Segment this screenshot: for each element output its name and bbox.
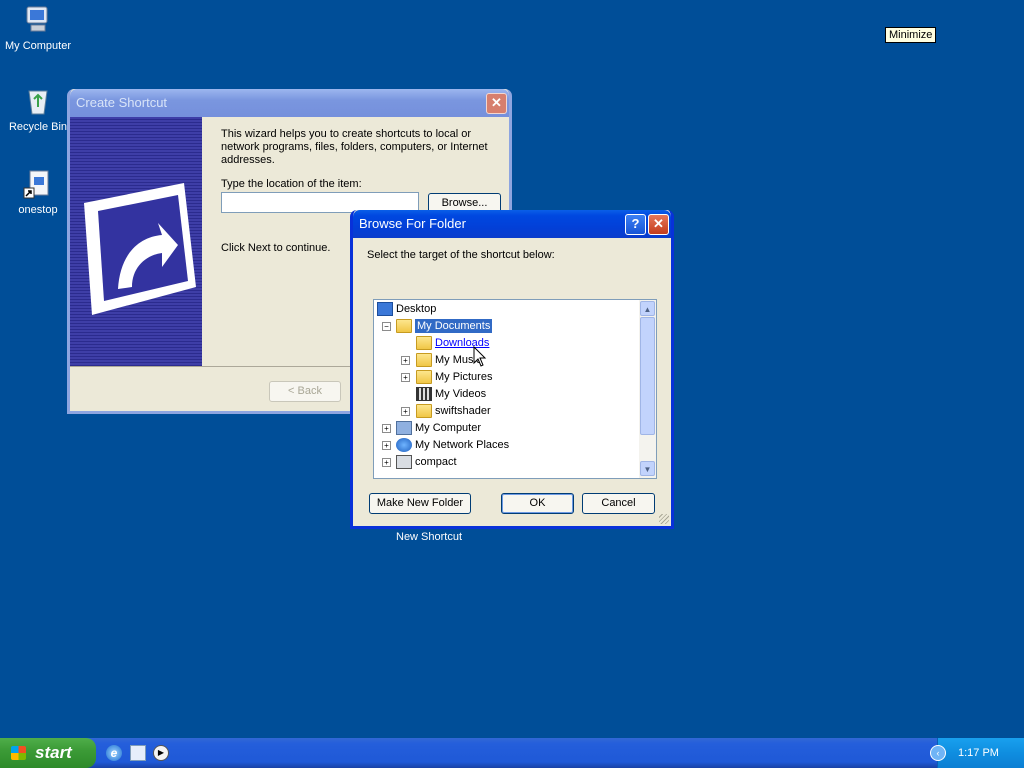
minimize-tooltip: Minimize xyxy=(885,27,937,43)
my-computer-icon xyxy=(396,421,412,436)
tree-item-my-documents[interactable]: My Documents xyxy=(396,318,493,334)
expand-toggle[interactable]: + xyxy=(401,407,410,416)
new-shortcut-label: New Shortcut xyxy=(396,531,463,543)
browse-for-folder-dialog: Browse For Folder ? ✕ Select the target … xyxy=(350,210,674,529)
scroll-down-icon[interactable]: ▼ xyxy=(640,461,655,476)
tray-expand-icon[interactable]: ‹ xyxy=(930,745,946,761)
cancel-button[interactable]: Cancel xyxy=(582,493,655,514)
make-new-folder-button[interactable]: Make New Folder xyxy=(369,493,471,514)
close-button[interactable]: ✕ xyxy=(486,93,507,114)
expand-toggle[interactable]: + xyxy=(382,424,391,433)
desktop-icon-label: Recycle Bin xyxy=(8,121,68,133)
clock[interactable]: 1:17 PM xyxy=(958,738,999,768)
pictures-folder-icon xyxy=(416,370,432,385)
tree-item-compact[interactable]: compact xyxy=(396,454,457,470)
shortcut-file-icon xyxy=(22,168,54,200)
expand-toggle[interactable]: + xyxy=(382,441,391,450)
wizard-intro-text: This wizard helps you to create shortcut… xyxy=(221,128,488,166)
mouse-cursor-icon xyxy=(473,346,487,367)
vertical-scrollbar[interactable]: ▲ ▼ xyxy=(639,300,656,478)
tree-item-label: swiftshader xyxy=(435,405,491,417)
tree-item-network-places[interactable]: My Network Places xyxy=(396,437,509,453)
tree-item-label: My Network Places xyxy=(415,439,510,451)
my-computer-icon xyxy=(22,4,54,36)
help-button[interactable]: ? xyxy=(625,214,646,235)
desktop-icon-label: My Computer xyxy=(4,40,72,52)
desktop-icon-label: onestop xyxy=(18,204,58,216)
ok-button[interactable]: OK xyxy=(501,493,574,514)
tree-item-my-computer[interactable]: My Computer xyxy=(396,420,481,436)
instruction-text: Select the target of the shortcut below: xyxy=(367,249,555,261)
compact-icon xyxy=(396,455,412,470)
desktop-icon-recycle-bin[interactable]: Recycle Bin xyxy=(0,85,76,133)
tree-item-label: My Documents xyxy=(415,319,493,333)
desktop-icon xyxy=(377,302,393,317)
videos-folder-icon xyxy=(416,387,432,402)
my-documents-icon xyxy=(396,319,412,334)
tree-item-my-videos[interactable]: My Videos xyxy=(416,386,486,402)
expand-toggle[interactable]: + xyxy=(382,458,391,467)
tree-item-label: Desktop xyxy=(396,303,437,315)
folder-icon xyxy=(416,404,432,419)
recycle-bin-icon xyxy=(22,85,54,117)
tree-item-desktop[interactable]: Desktop xyxy=(377,301,436,317)
create-shortcut-titlebar[interactable]: Create Shortcut ✕ xyxy=(70,89,509,117)
window-title: Create Shortcut xyxy=(76,95,168,110)
start-label: start xyxy=(35,743,72,762)
desktop-icon-onestop[interactable]: onestop xyxy=(0,168,76,216)
windows-logo-icon xyxy=(11,746,26,760)
music-folder-icon xyxy=(416,353,432,368)
tree-item-my-music[interactable]: My Music xyxy=(416,352,481,368)
folder-tree[interactable]: Desktop − My Documents Downloads + My Mu… xyxy=(373,299,657,479)
desktop-show-icon[interactable] xyxy=(130,745,146,761)
wizard-banner xyxy=(70,117,202,366)
tree-item-label: My Pictures xyxy=(435,371,493,383)
collapse-toggle[interactable]: − xyxy=(382,322,391,331)
media-player-icon[interactable]: ▶ xyxy=(153,745,169,761)
tree-item-my-pictures[interactable]: My Pictures xyxy=(416,369,492,385)
tree-item-label: My Computer xyxy=(415,422,482,434)
tree-item-label: My Videos xyxy=(435,388,487,400)
browse-titlebar[interactable]: Browse For Folder ? ✕ xyxy=(353,210,671,238)
desktop-icon-my-computer[interactable]: My Computer xyxy=(0,4,76,52)
dialog-title: Browse For Folder xyxy=(359,216,466,231)
taskbar: start e ▶ ‹ 1:17 PM xyxy=(0,738,1024,768)
scroll-up-icon[interactable]: ▲ xyxy=(640,301,655,316)
shortcut-arrow-icon xyxy=(84,183,196,315)
scrollbar-thumb[interactable] xyxy=(640,317,655,435)
system-tray: ‹ 1:17 PM xyxy=(930,738,1024,768)
expand-toggle[interactable]: + xyxy=(401,373,410,382)
resize-grip-icon[interactable] xyxy=(659,514,669,524)
tree-item-label: compact xyxy=(415,456,457,468)
back-button[interactable]: < Back xyxy=(269,381,341,402)
tree-item-swiftshader[interactable]: swiftshader xyxy=(416,403,491,419)
start-button[interactable]: start xyxy=(0,738,96,768)
expand-toggle[interactable]: + xyxy=(401,356,410,365)
internet-explorer-icon[interactable]: e xyxy=(106,745,122,761)
folder-icon xyxy=(416,336,432,351)
network-places-icon xyxy=(396,438,412,453)
location-label: Type the location of the item: xyxy=(221,178,362,190)
continue-text: Click Next to continue. xyxy=(221,242,331,254)
close-button[interactable]: ✕ xyxy=(648,214,669,235)
